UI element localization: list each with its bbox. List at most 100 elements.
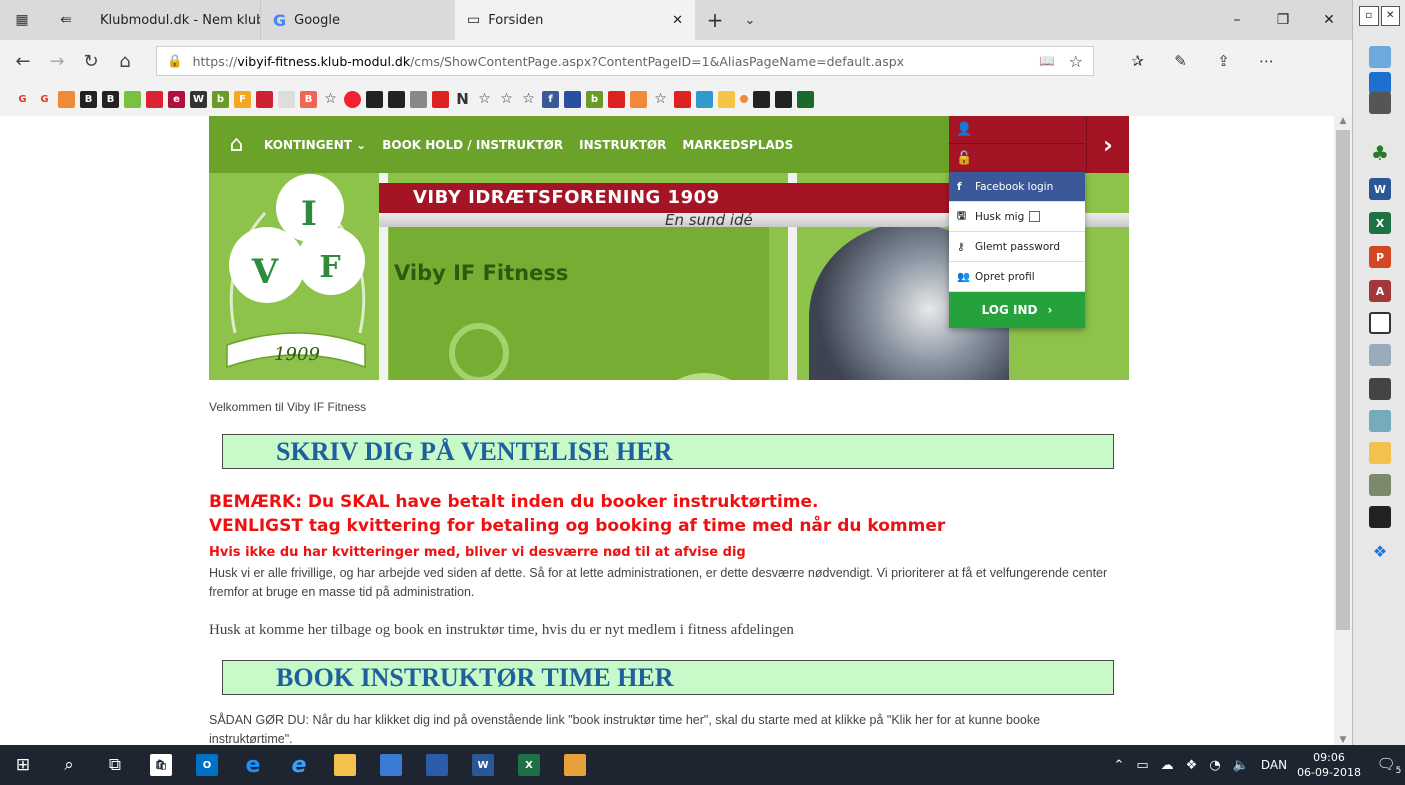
more-icon[interactable]: ⋯ xyxy=(1245,52,1288,70)
favorite-site-icon[interactable] xyxy=(797,90,814,108)
favorite-site-icon[interactable] xyxy=(608,90,625,108)
favorite-b-icon[interactable]: B xyxy=(80,90,97,108)
favorite-star-icon[interactable]: ☆ xyxy=(1069,52,1083,71)
app-window-icon[interactable] xyxy=(1369,46,1391,68)
calculator-app-icon[interactable] xyxy=(414,745,460,785)
scrollbar-thumb[interactable] xyxy=(1336,130,1350,630)
scroll-down-icon[interactable]: ▼ xyxy=(1334,735,1352,745)
nav-markedsplads[interactable]: MARKEDSPLADS xyxy=(682,138,793,152)
notepad-icon[interactable] xyxy=(1369,344,1391,366)
calculator-icon[interactable] xyxy=(1369,378,1391,400)
cloud-icon[interactable]: ☁ xyxy=(1161,758,1174,773)
favorite-site-icon[interactable] xyxy=(630,90,647,108)
favorite-google-icon[interactable]: G xyxy=(14,91,31,108)
favorite-site-icon[interactable] xyxy=(564,90,581,108)
favorite-site-icon[interactable] xyxy=(410,90,427,108)
web-note-icon[interactable]: ✎ xyxy=(1159,52,1202,70)
favorite-folder-icon[interactable] xyxy=(718,90,735,108)
clock[interactable]: 09:06 06-09-2018 xyxy=(1297,750,1361,780)
unlock-icon[interactable]: 🔓 xyxy=(949,144,1086,172)
remember-me-checkbox[interactable] xyxy=(1029,211,1041,222)
favorite-site-icon[interactable] xyxy=(753,90,770,108)
favorite-site-icon[interactable]: W xyxy=(190,90,207,108)
favorite-site-icon[interactable] xyxy=(388,90,405,108)
strip-close-button[interactable]: ✕ xyxy=(1380,6,1400,26)
page-scrollbar[interactable]: ▲ ▼ xyxy=(1334,116,1352,745)
internet-explorer-icon[interactable]: e xyxy=(276,745,322,785)
book-instructor-link[interactable]: BOOK INSTRUKTØR TIME HER xyxy=(222,660,1114,695)
favorite-site-icon[interactable]: e xyxy=(168,90,185,108)
home-icon[interactable]: ⌂ xyxy=(209,116,264,173)
close-window-button[interactable]: ✕ xyxy=(1306,0,1352,40)
nav-kontingent[interactable]: KONTINGENT ⌄ xyxy=(264,138,366,152)
window-icon[interactable] xyxy=(1369,312,1391,334)
favorite-star-icon[interactable]: ☆ xyxy=(322,91,339,108)
favorite-site-icon[interactable] xyxy=(146,90,163,108)
tab-forsiden[interactable]: ▭ Forsiden ✕ xyxy=(455,0,695,40)
favorite-facebook-icon[interactable]: f xyxy=(542,90,559,108)
chevron-up-icon[interactable]: ⌃ xyxy=(1113,758,1124,773)
back-button[interactable]: ← xyxy=(6,51,40,72)
nav-instruktor[interactable]: INSTRUKTØR xyxy=(579,138,666,152)
waitlist-link[interactable]: SKRIV DIG PÅ VENTELISE HER xyxy=(222,434,1114,469)
favorite-site-icon[interactable] xyxy=(432,90,449,108)
favorite-site-icon[interactable] xyxy=(278,90,295,108)
restore-button[interactable]: ❐ xyxy=(1260,0,1306,40)
favorite-star-icon[interactable]: ☆ xyxy=(476,91,493,108)
word-taskbar-icon[interactable]: W xyxy=(460,745,506,785)
favorite-site-icon[interactable]: b xyxy=(212,90,229,108)
dropbox-icon[interactable]: ❖ xyxy=(1369,540,1391,562)
tray-app-icon[interactable]: ▭ xyxy=(1136,758,1148,773)
task-view-icon[interactable]: ⧉ xyxy=(92,745,138,785)
forgot-password-link[interactable]: ⚷ Glemt password xyxy=(949,232,1085,262)
refresh-button[interactable]: ↻ xyxy=(74,51,108,72)
favorite-star-icon[interactable]: ☆ xyxy=(652,91,669,108)
favorite-site-icon[interactable] xyxy=(740,95,748,103)
photo-icon[interactable] xyxy=(1369,474,1391,496)
start-icon[interactable]: ⊞ xyxy=(0,745,46,785)
favorite-site-icon[interactable] xyxy=(366,90,383,108)
search-icon[interactable]: ⌕ xyxy=(46,745,92,785)
new-tab-button[interactable]: + xyxy=(695,0,735,40)
favorite-site-icon[interactable] xyxy=(344,90,361,108)
favorite-b-icon[interactable]: B xyxy=(102,90,119,108)
dropbox-tray-icon[interactable]: ❖ xyxy=(1186,758,1198,773)
favorite-site-icon[interactable]: B xyxy=(300,90,317,108)
share-icon[interactable]: ⇪ xyxy=(1202,52,1245,70)
scroll-up-icon[interactable]: ▲ xyxy=(1334,116,1352,126)
favorite-site-icon[interactable] xyxy=(124,90,141,108)
paint-taskbar-icon[interactable] xyxy=(552,745,598,785)
forward-button[interactable]: → xyxy=(40,51,74,72)
favorite-site-icon[interactable]: b xyxy=(586,90,603,108)
chevron-right-icon[interactable]: › xyxy=(1086,116,1129,173)
store-icon[interactable]: 🛍 xyxy=(138,745,184,785)
tree-icon[interactable]: ♣ xyxy=(1369,141,1391,165)
reading-view-icon[interactable]: 📖 xyxy=(1039,53,1055,69)
paint-icon[interactable] xyxy=(1369,410,1391,432)
favorite-site-icon[interactable]: N xyxy=(454,90,471,108)
favorites-hub-icon[interactable]: ✰ xyxy=(1116,52,1159,70)
tab-set-aside-icon[interactable]: ▦ xyxy=(0,0,44,40)
remember-me-row[interactable]: 🖫 Husk mig xyxy=(949,202,1085,232)
favorite-star-icon[interactable]: ☆ xyxy=(498,91,515,108)
tab-google[interactable]: G Google xyxy=(260,0,455,40)
app-blue-icon[interactable] xyxy=(1369,72,1391,94)
tabs-preview-icon[interactable]: ⇚ xyxy=(44,0,88,40)
minimize-button[interactable]: – xyxy=(1214,0,1260,40)
notification-icon[interactable]: 🗨5 xyxy=(1373,755,1405,776)
file-explorer-icon[interactable] xyxy=(322,745,368,785)
volume-muted-icon[interactable]: 🔈 xyxy=(1233,758,1249,773)
excel-taskbar-icon[interactable]: X xyxy=(506,745,552,785)
access-icon[interactable]: A xyxy=(1369,280,1391,302)
favorite-site-icon[interactable] xyxy=(674,90,691,108)
excel-icon[interactable]: X xyxy=(1369,212,1391,234)
favorite-site-icon[interactable] xyxy=(58,90,75,108)
wifi-icon[interactable]: ◔ xyxy=(1209,758,1220,773)
favorite-star-icon[interactable]: ☆ xyxy=(520,91,537,108)
favorite-google-icon[interactable]: G xyxy=(36,91,53,108)
create-profile-link[interactable]: 👥 Opret profil xyxy=(949,262,1085,292)
word-icon[interactable]: W xyxy=(1369,178,1391,200)
favorite-site-icon[interactable] xyxy=(256,90,273,108)
favorite-site-icon[interactable] xyxy=(696,90,713,108)
user-icon[interactable]: 👤 xyxy=(949,116,1086,144)
